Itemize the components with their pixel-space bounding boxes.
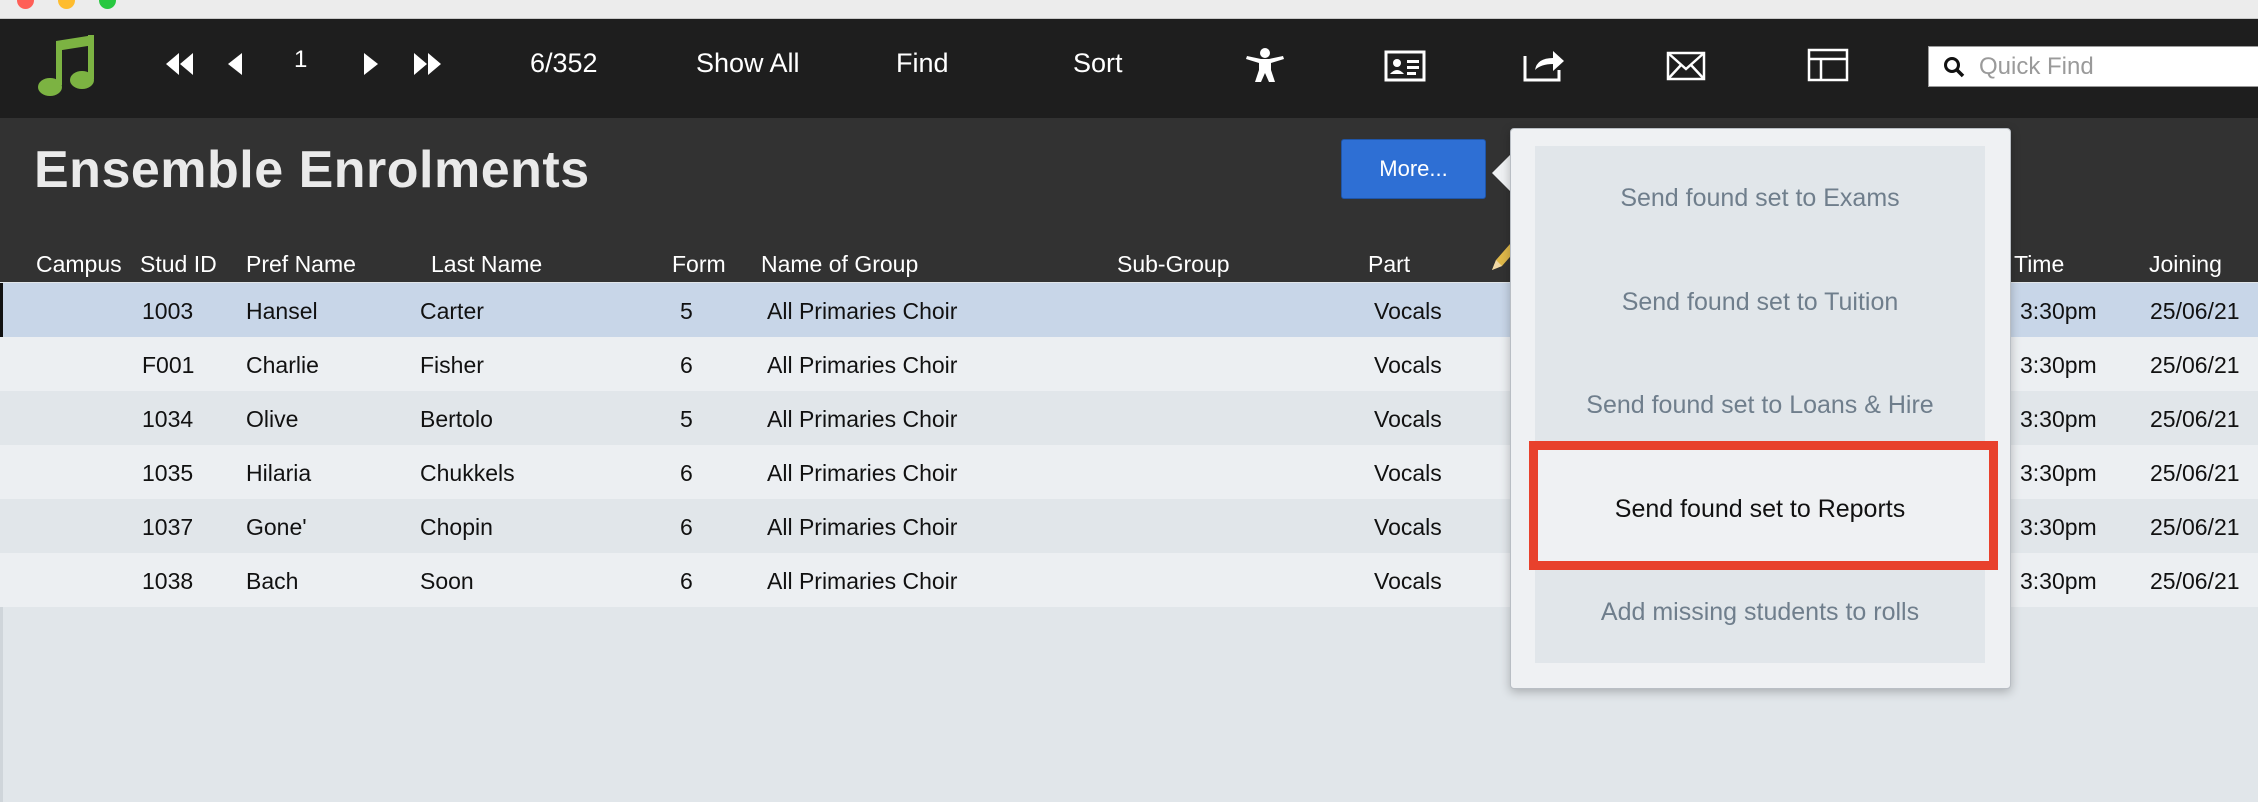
cell-pref-name[interactable]: Gone'	[246, 514, 307, 541]
cell-pref-name[interactable]: Hilaria	[246, 460, 311, 487]
cell-last-name[interactable]: Bertolo	[420, 406, 493, 433]
cell-form[interactable]: 5	[680, 298, 693, 325]
cell-joining[interactable]: 25/06/21	[2150, 352, 2240, 379]
cell-pref-name[interactable]: Hansel	[246, 298, 318, 325]
cell-joining[interactable]: 25/06/21	[2150, 298, 2240, 325]
cell-stud-id[interactable]: 1038	[142, 568, 193, 595]
menu-item-add-missing-students[interactable]: Add missing students to rolls	[1535, 598, 1985, 627]
cell-last-name[interactable]: Fisher	[420, 352, 484, 379]
cell-time[interactable]: 3:30pm	[2020, 352, 2097, 379]
cell-time[interactable]: 3:30pm	[2020, 406, 2097, 433]
cell-time[interactable]: 3:30pm	[2020, 568, 2097, 595]
cell-group[interactable]: All Primaries Choir	[767, 352, 957, 379]
cell-part[interactable]: Vocals	[1374, 568, 1442, 595]
column-header-time[interactable]: Time	[2014, 251, 2064, 278]
layout-icon[interactable]	[1807, 48, 1849, 82]
person-icon[interactable]	[1244, 48, 1286, 84]
find-button[interactable]: Find	[896, 50, 949, 77]
column-header-form[interactable]: Form	[672, 251, 726, 278]
music-note-icon	[38, 35, 94, 96]
cell-form[interactable]: 6	[680, 460, 693, 487]
cell-last-name[interactable]: Chukkels	[420, 460, 515, 487]
cell-last-name[interactable]: Chopin	[420, 514, 493, 541]
next-record-icon[interactable]	[364, 53, 379, 75]
quick-find-input[interactable]	[1979, 47, 2258, 86]
cell-part[interactable]: Vocals	[1374, 352, 1442, 379]
cell-pref-name[interactable]: Charlie	[246, 352, 319, 379]
column-header-stud-id[interactable]: Stud ID	[140, 251, 217, 278]
cell-part[interactable]: Vocals	[1374, 298, 1442, 325]
cell-joining[interactable]: 25/06/21	[2150, 514, 2240, 541]
show-all-button[interactable]: Show All	[696, 50, 800, 77]
cell-group[interactable]: All Primaries Choir	[767, 460, 957, 487]
column-header-name-of-group[interactable]: Name of Group	[761, 251, 918, 278]
column-header-pref-name[interactable]: Pref Name	[246, 251, 356, 278]
cell-time[interactable]: 3:30pm	[2020, 460, 2097, 487]
cell-stud-id[interactable]: 1003	[142, 298, 193, 325]
cell-form[interactable]: 6	[680, 352, 693, 379]
minimize-window-button[interactable]	[58, 0, 75, 9]
cell-part[interactable]: Vocals	[1374, 406, 1442, 433]
cell-form[interactable]: 5	[680, 406, 693, 433]
cell-stud-id[interactable]: F001	[142, 352, 194, 379]
column-header-joining[interactable]: Joining	[2149, 251, 2222, 278]
first-record-icon[interactable]	[166, 53, 194, 75]
menu-item-send-to-tuition[interactable]: Send found set to Tuition	[1535, 288, 1985, 317]
popover-arrow	[1492, 154, 1511, 192]
menu-item-send-to-reports[interactable]: Send found set to Reports	[1535, 495, 1985, 524]
column-header-sub-group[interactable]: Sub-Group	[1117, 251, 1230, 278]
zoom-window-button[interactable]	[99, 0, 116, 9]
menu-item-send-to-loans-hire[interactable]: Send found set to Loans & Hire	[1535, 391, 1985, 420]
sort-button[interactable]: Sort	[1073, 50, 1123, 77]
cell-joining[interactable]: 25/06/21	[2150, 406, 2240, 433]
cell-stud-id[interactable]: 1035	[142, 460, 193, 487]
window-titlebar	[0, 0, 2258, 19]
record-number-field[interactable]: 1	[294, 48, 307, 72]
previous-record-icon[interactable]	[228, 53, 243, 75]
cell-form[interactable]: 6	[680, 568, 693, 595]
cell-part[interactable]: Vocals	[1374, 460, 1442, 487]
contact-card-icon[interactable]	[1384, 50, 1426, 82]
close-window-button[interactable]	[17, 0, 34, 9]
mail-icon[interactable]	[1666, 51, 1706, 81]
cell-joining[interactable]: 25/06/21	[2150, 460, 2240, 487]
column-header-part[interactable]: Part	[1368, 251, 1410, 278]
cell-group[interactable]: All Primaries Choir	[767, 298, 957, 325]
toolbar	[0, 19, 2258, 118]
menu-item-send-to-exams[interactable]: Send found set to Exams	[1535, 184, 1985, 213]
selected-row-indicator	[0, 283, 3, 337]
cell-time[interactable]: 3:30pm	[2020, 298, 2097, 325]
cell-pref-name[interactable]: Olive	[246, 406, 298, 433]
left-border	[0, 607, 3, 802]
cell-last-name[interactable]: Soon	[420, 568, 474, 595]
cell-pref-name[interactable]: Bach	[246, 568, 298, 595]
record-count: 6/352	[530, 48, 598, 78]
cell-group[interactable]: All Primaries Choir	[767, 514, 957, 541]
cell-group[interactable]: All Primaries Choir	[767, 406, 957, 433]
last-record-icon[interactable]	[414, 53, 442, 75]
cell-part[interactable]: Vocals	[1374, 514, 1442, 541]
cell-last-name[interactable]: Carter	[420, 298, 484, 325]
column-header-campus[interactable]: Campus	[36, 251, 122, 278]
page-title: Ensemble Enrolments	[34, 141, 590, 199]
column-header-last-name[interactable]: Last Name	[431, 251, 542, 278]
cell-form[interactable]: 6	[680, 514, 693, 541]
cell-joining[interactable]: 25/06/21	[2150, 568, 2240, 595]
export-icon[interactable]	[1523, 48, 1565, 82]
cell-stud-id[interactable]: 1037	[142, 514, 193, 541]
search-icon	[1944, 57, 1965, 78]
more-button[interactable]: More...	[1341, 139, 1486, 199]
cell-group[interactable]: All Primaries Choir	[767, 568, 957, 595]
quick-find-box[interactable]	[1928, 46, 2258, 87]
cell-stud-id[interactable]: 1034	[142, 406, 193, 433]
cell-time[interactable]: 3:30pm	[2020, 514, 2097, 541]
